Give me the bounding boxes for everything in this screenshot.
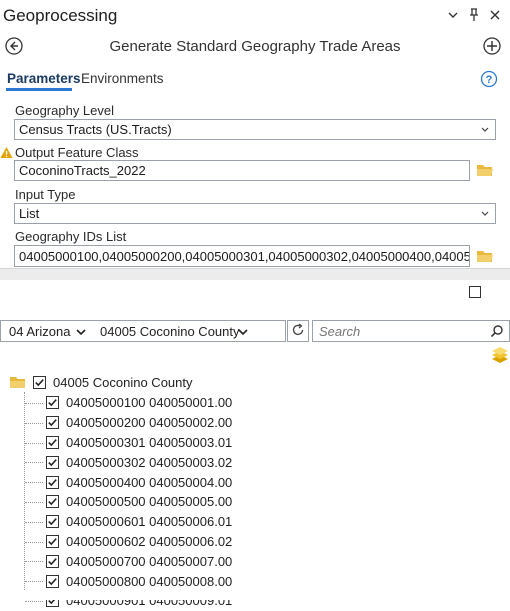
add-icon[interactable] [482,36,502,56]
tree-branch-line [25,403,43,404]
input-type-dropdown[interactable]: List [14,203,496,224]
tree-item-label: 04005000800 040050008.00 [66,573,233,589]
tree-branch-line [25,462,43,464]
tree-item-label: 04005000100 040050001.00 [66,395,233,411]
tree-item-checkbox[interactable] [46,435,59,449]
chevron-down-icon[interactable] [75,325,87,339]
tree-items: 04005000100 040050001.00 04005000200 0400… [25,393,233,611]
tree-item-label: 04005000602 040050006.02 [66,533,233,549]
pin-icon[interactable] [467,8,481,22]
tree-root[interactable]: 04005 Coconino County [10,373,193,391]
output-feature-class-input[interactable]: CoconinoTracts_2022 [14,160,470,181]
tree-item-checkbox[interactable] [46,396,59,410]
layers-icon[interactable] [490,346,510,366]
tree-item-label: 04005000500 040050005.00 [66,494,233,510]
output-feature-class-label: Output Feature Class [15,145,139,160]
tree-branch-line [25,422,43,424]
active-tab-indicator [6,88,72,91]
tree-item-label: 04005000301 040050003.01 [66,434,233,450]
tree-root-checkbox[interactable] [33,375,46,389]
output-feature-class-value: CoconinoTracts_2022 [19,163,146,178]
tree-branch-line [25,600,43,602]
browse-folder-icon[interactable] [476,248,494,264]
tree-item[interactable]: 04005000400 040050004.00 [25,472,233,492]
tree-branch-line [25,521,43,523]
state-dropdown-value[interactable]: 04 Arizona [9,324,70,339]
tree-item[interactable]: 04005000800 040050008.00 [25,571,233,591]
close-icon[interactable] [488,8,502,22]
tree-item-checkbox[interactable] [46,534,59,548]
tree-item[interactable]: 04005000602 040050006.02 [25,532,233,552]
pane-title: Geoprocessing [3,6,118,25]
list-overflow-mask [0,590,510,600]
tree-item-checkbox[interactable] [46,495,59,509]
tree-item-label: 04005000700 040050007.00 [66,553,233,569]
maximize-icon[interactable] [469,286,481,298]
search-input[interactable] [317,323,482,340]
tree-root-label: 04005 Coconino County [53,374,193,390]
help-icon[interactable]: ? [480,70,498,88]
tree-item[interactable]: 04005000100 040050001.00 [25,393,233,413]
refresh-button[interactable] [287,320,309,342]
county-dropdown-value[interactable]: 04005 Coconino County [100,324,240,339]
svg-text:?: ? [486,74,493,86]
warning-icon [0,146,13,159]
tree-item-label: 04005000302 040050003.02 [66,454,233,470]
tree-item-label: 04005000601 040050006.01 [66,514,233,530]
tree-branch-line [25,501,43,503]
geography-level-label: Geography Level [15,103,115,118]
tree-branch-line [25,581,43,583]
tool-title: Generate Standard Geography Trade Areas [109,38,401,55]
tree-item[interactable]: 04005000500 040050005.00 [25,492,233,512]
tree-item-checkbox[interactable] [46,455,59,469]
tree-branch-line [25,482,43,484]
region-selector[interactable]: 04 Arizona 04005 Coconino County [0,320,286,342]
search-icon[interactable] [490,324,504,338]
search-box[interactable] [312,320,510,342]
tree-item[interactable]: 04005000301 040050003.01 [25,433,233,453]
tree-item-label: 04005000400 040050004.00 [66,474,233,490]
tree-item[interactable]: 04005000601 040050006.01 [25,512,233,532]
tree-item-checkbox[interactable] [46,574,59,588]
tree-branch-line [25,442,43,444]
input-type-value: List [19,206,40,221]
tree-item[interactable]: 04005000200 040050002.00 [25,413,233,433]
tab-environments[interactable]: Environments [81,71,164,86]
chevron-down-icon [479,207,491,221]
tree-branch-line [25,541,43,543]
tree-branch-line [25,561,43,563]
folder-icon [10,376,26,388]
tree-item-checkbox[interactable] [46,554,59,568]
tree-item[interactable]: 04005000302 040050003.02 [25,452,233,472]
geography-level-value: Census Tracts (US.Tracts) [19,122,172,137]
tree-item-checkbox[interactable] [46,416,59,430]
chevron-down-icon[interactable] [446,8,460,22]
geography-ids-value: 04005000100,04005000200,04005000301,0400… [19,248,469,264]
geography-ids-label: Geography IDs List [15,229,127,244]
geography-level-dropdown[interactable]: Census Tracts (US.Tracts) [14,119,496,140]
browse-folder-icon[interactable] [476,162,494,178]
chevron-down-icon [479,123,491,137]
tab-parameters[interactable]: Parameters [7,71,81,86]
section-divider [0,268,510,280]
geography-ids-input[interactable]: 04005000100,04005000200,04005000301,0400… [14,245,470,267]
refresh-icon [291,322,305,340]
tree-item[interactable]: 04005000700 040050007.00 [25,551,233,571]
tree-item-checkbox[interactable] [46,475,59,489]
pane-controls [446,8,502,22]
tree-item-checkbox[interactable] [46,515,59,529]
input-type-label: Input Type [15,187,76,202]
tree-item-label: 04005000200 040050002.00 [66,415,233,431]
chevron-down-icon[interactable] [237,325,249,339]
